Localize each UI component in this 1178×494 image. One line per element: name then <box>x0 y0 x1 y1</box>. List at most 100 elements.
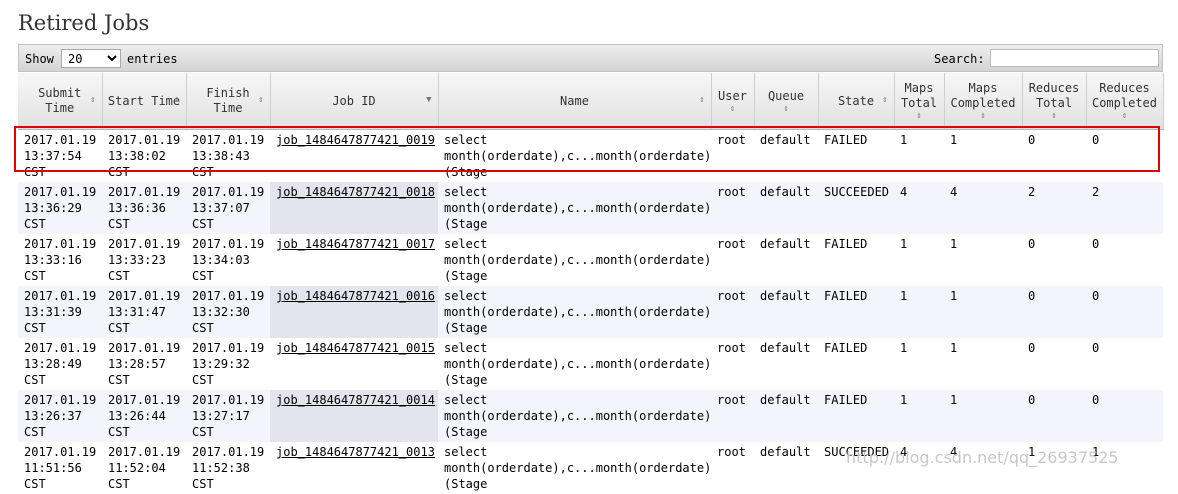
col-maps-total[interactable]: Maps Total ⇕ <box>894 73 945 130</box>
cell-queue: default <box>754 390 818 442</box>
cell-start-time: 2017.01.19 13:36:36 CST <box>102 182 186 234</box>
job-id-link[interactable]: job_1484647877421_0019 <box>276 133 435 147</box>
cell-state: FAILED <box>818 129 894 182</box>
sort-icon: ⇕ <box>729 103 736 114</box>
cell-queue: default <box>754 182 818 234</box>
job-id-link[interactable]: job_1484647877421_0015 <box>276 341 435 355</box>
cell-reduces-completed: 0 <box>1086 286 1163 338</box>
job-id-link[interactable]: job_1484647877421_0017 <box>276 237 435 251</box>
cell-name: select month(orderdate),c...month(orderd… <box>438 182 711 234</box>
cell-queue: default <box>754 338 818 390</box>
cell-user: root <box>711 338 754 390</box>
col-label: Job ID <box>332 93 376 108</box>
entries-label: entries <box>127 52 178 66</box>
col-label: State <box>837 93 875 108</box>
col-queue[interactable]: Queue ⇕ <box>754 73 819 130</box>
cell-user: root <box>711 286 754 338</box>
col-label: Maps Completed <box>950 81 1016 110</box>
entries-select[interactable]: 20 <box>61 49 121 68</box>
cell-user: root <box>711 234 754 286</box>
cell-name: select month(orderdate),c...month(orderd… <box>438 390 711 442</box>
cell-start-time: 2017.01.19 13:26:44 CST <box>102 390 186 442</box>
cell-finish-time: 2017.01.19 13:38:43 CST <box>186 129 270 182</box>
cell-reduces-completed: 0 <box>1086 390 1163 442</box>
col-reduces-completed[interactable]: Reduces Completed ⇕ <box>1086 73 1164 130</box>
cell-queue: default <box>754 234 818 286</box>
cell-finish-time: 2017.01.19 13:34:03 CST <box>186 234 270 286</box>
table-row: 2017.01.19 13:31:39 CST 2017.01.19 13:31:… <box>18 286 1163 338</box>
sort-icon: ⇕ <box>916 111 922 121</box>
cell-maps-completed: 1 <box>944 286 1022 338</box>
col-label: Start Time <box>107 93 181 108</box>
cell-maps-completed: 1 <box>944 234 1022 286</box>
table-row: 2017.01.19 13:28:49 CST 2017.01.19 13:28:… <box>18 338 1163 390</box>
sort-desc-icon: ▼ <box>426 95 432 105</box>
sort-icon: ⇕ <box>90 95 96 105</box>
col-reduces-total[interactable]: Reduces Total ⇕ <box>1022 73 1087 130</box>
cell-maps-total: 1 <box>894 390 944 442</box>
cell-maps-total: 1 <box>894 234 944 286</box>
search-input[interactable] <box>990 49 1159 67</box>
cell-name: select month(orderdate),c...month(orderd… <box>438 286 711 338</box>
cell-state: FAILED <box>818 338 894 390</box>
cell-job-id: job_1484647877421_0016 <box>270 286 438 338</box>
col-finish-time[interactable]: Finish Time ⇕ <box>186 73 271 130</box>
cell-start-time: 2017.01.19 13:33:23 CST <box>102 234 186 286</box>
cell-job-id: job_1484647877421_0017 <box>270 234 438 286</box>
cell-name: select month(orderdate),c...month(orderd… <box>438 234 711 286</box>
cell-submit-time: 2017.01.19 13:31:39 CST <box>18 286 102 338</box>
table-toolbar: Show 20 entries Search: <box>18 44 1163 72</box>
cell-reduces-total: 2 <box>1022 182 1086 234</box>
cell-submit-time: 2017.01.19 13:26:37 CST <box>18 390 102 442</box>
cell-queue: default <box>754 442 818 494</box>
watermark: http://blog.csdn.net/qq_26937525 <box>846 448 1119 467</box>
sort-icon: ⇕ <box>1121 111 1128 121</box>
table-row: 2017.01.19 13:36:29 CST 2017.01.19 13:36:… <box>18 182 1163 234</box>
page-title: Retired Jobs <box>18 11 150 35</box>
job-id-link[interactable]: job_1484647877421_0014 <box>276 393 435 407</box>
cell-reduces-completed: 0 <box>1086 129 1163 182</box>
cell-job-id: job_1484647877421_0015 <box>270 338 438 390</box>
table-row: 2017.01.19 13:37:54 CST 2017.01.19 13:38:… <box>18 129 1163 182</box>
cell-state: SUCCEEDED <box>818 182 894 234</box>
sort-icon: ⇕ <box>783 103 789 114</box>
job-id-link[interactable]: job_1484647877421_0018 <box>276 185 435 199</box>
cell-job-id: job_1484647877421_0019 <box>270 129 438 182</box>
sort-icon: ⇕ <box>174 95 180 105</box>
jobs-table: Submit Time ⇕ Start Time ⇕ Finish Time ⇕ Jo… <box>18 73 1164 494</box>
cell-reduces-total: 0 <box>1022 338 1086 390</box>
col-state[interactable]: State ⇕ <box>818 73 895 130</box>
cell-maps-completed: 1 <box>944 390 1022 442</box>
col-submit-time[interactable]: Submit Time ⇕ <box>18 73 103 130</box>
cell-finish-time: 2017.01.19 13:32:30 CST <box>186 286 270 338</box>
sort-icon: ⇕ <box>882 95 888 105</box>
cell-finish-time: 2017.01.19 13:29:32 CST <box>186 338 270 390</box>
col-job-id[interactable]: Job ID ▼ <box>270 73 439 130</box>
col-label: Reduces Completed <box>1091 81 1158 110</box>
cell-reduces-total: 0 <box>1022 390 1086 442</box>
cell-reduces-completed: 2 <box>1086 182 1163 234</box>
show-label: Show <box>25 52 54 66</box>
cell-reduces-total: 0 <box>1022 129 1086 182</box>
cell-job-id: job_1484647877421_0018 <box>270 182 438 234</box>
col-maps-completed[interactable]: Maps Completed ⇕ <box>944 73 1023 130</box>
table-row: 2017.01.19 13:26:37 CST 2017.01.19 13:26:… <box>18 390 1163 442</box>
col-start-time[interactable]: Start Time ⇕ <box>102 73 187 130</box>
cell-user: root <box>711 182 754 234</box>
cell-finish-time: 2017.01.19 13:37:07 CST <box>186 182 270 234</box>
cell-reduces-total: 0 <box>1022 286 1086 338</box>
cell-finish-time: 2017.01.19 11:52:38 CST <box>186 442 270 494</box>
job-id-link[interactable]: job_1484647877421_0016 <box>276 289 435 303</box>
cell-reduces-total: 0 <box>1022 234 1086 286</box>
cell-job-id: job_1484647877421_0013 <box>270 442 438 494</box>
job-id-link[interactable]: job_1484647877421_0013 <box>276 445 435 459</box>
col-label: Name <box>560 93 589 108</box>
col-label: Finish Time <box>206 86 250 115</box>
col-user[interactable]: User ⇕ <box>711 73 755 130</box>
cell-queue: default <box>754 286 818 338</box>
cell-submit-time: 2017.01.19 13:36:29 CST <box>18 182 102 234</box>
cell-maps-completed: 4 <box>944 182 1022 234</box>
col-name[interactable]: Name ⇕ <box>438 73 712 130</box>
sort-icon: ⇕ <box>980 111 986 121</box>
sort-icon: ⇕ <box>699 95 705 105</box>
